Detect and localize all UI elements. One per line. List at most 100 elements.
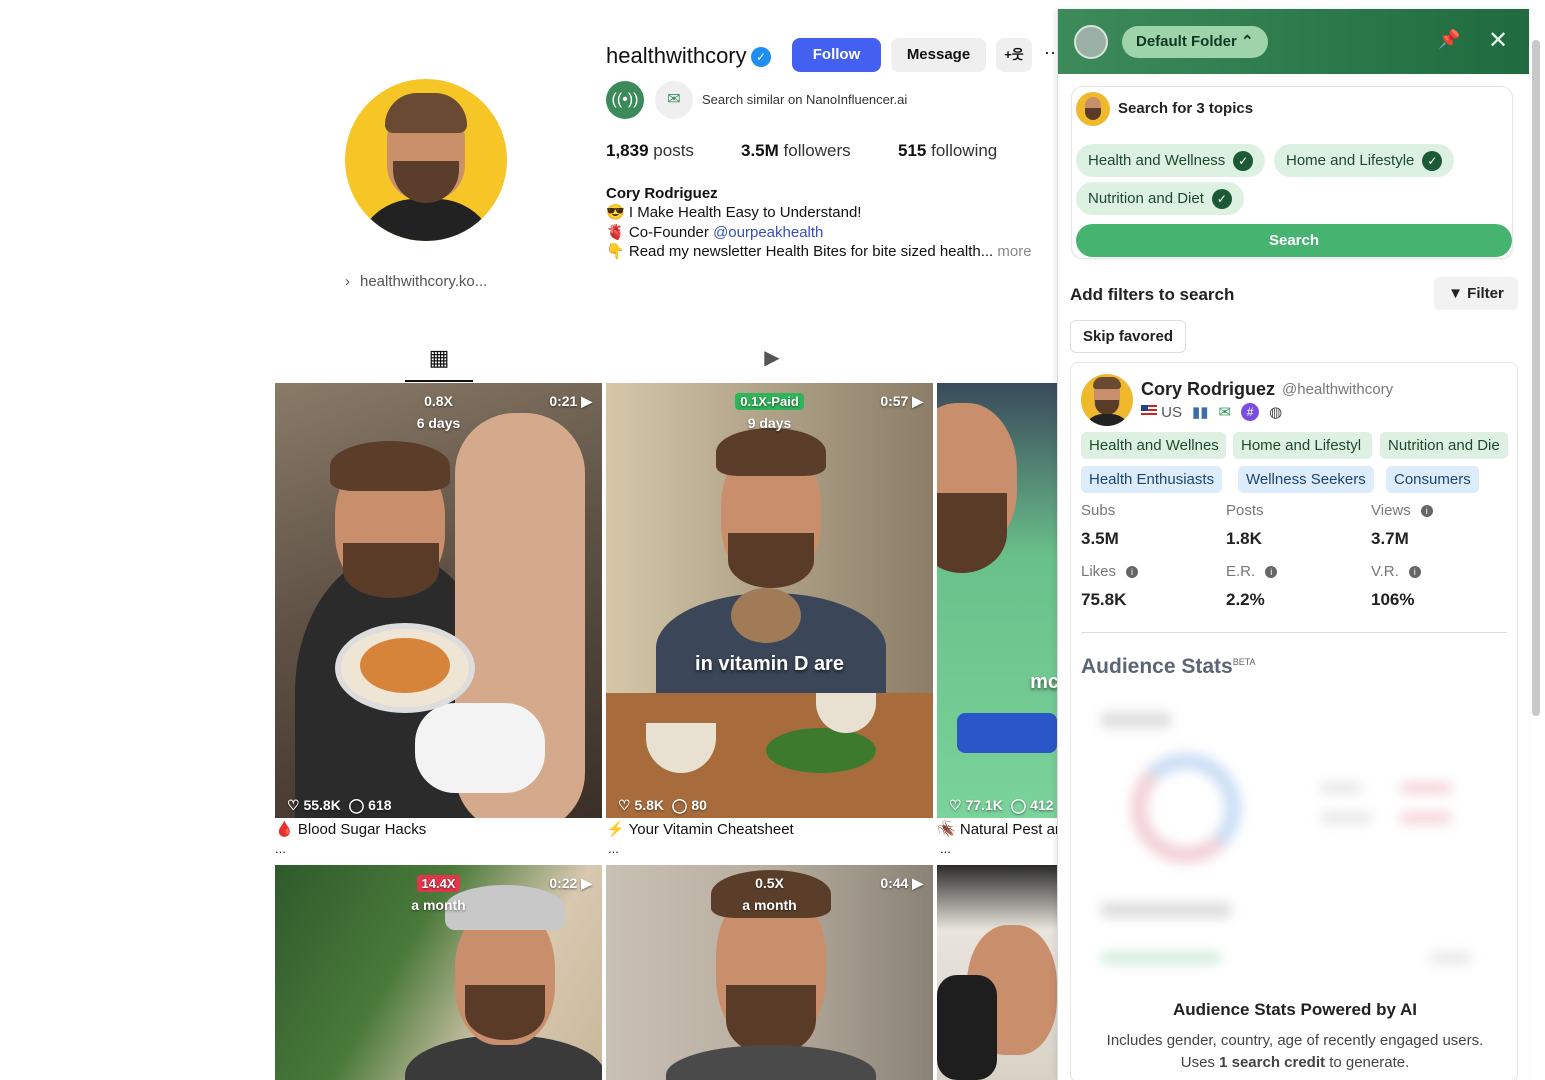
follow-button[interactable]: Follow bbox=[792, 38, 881, 72]
topic-search-box: Search for 3 topics Health and Wellness ✓… bbox=[1071, 86, 1513, 259]
creator-country: US bbox=[1161, 403, 1183, 421]
chevron-right-icon: › bbox=[345, 273, 350, 290]
close-icon[interactable]: ✕ bbox=[1488, 26, 1508, 55]
check-icon: ✓ bbox=[1422, 151, 1443, 172]
bar-chart-icon[interactable]: ▮▮ bbox=[1192, 403, 1209, 421]
info-icon[interactable]: i bbox=[1420, 505, 1433, 518]
metric-label: V.R. i bbox=[1371, 563, 1421, 580]
category-tag: Health and Wellnes bbox=[1081, 432, 1226, 459]
post-age: 9 days bbox=[747, 415, 792, 431]
folder-selector[interactable]: Default Folder ⌃ bbox=[1122, 26, 1268, 58]
skip-favored-button[interactable]: Skip favored bbox=[1070, 320, 1186, 353]
post-tile[interactable]: 0.5X a month 0:44 ▶ bbox=[606, 865, 933, 1080]
creator-meta: US ▮▮ ✉ # ◍ bbox=[1141, 403, 1282, 421]
bio-mention-link[interactable]: @ourpeakhealth bbox=[713, 224, 823, 241]
posts-count: 1,839 posts bbox=[606, 141, 694, 160]
profile-bio: Cory Rodriguez 😎 I Make Health Easy to U… bbox=[606, 185, 1032, 260]
post-tile[interactable]: 14.4X a month 0:22 ▶ bbox=[275, 865, 602, 1080]
topic-search-title: Search for 3 topics bbox=[1118, 100, 1254, 117]
post-caption: 🩸 Blood Sugar Hacks bbox=[275, 821, 427, 838]
bio-more-link[interactable]: more bbox=[997, 243, 1031, 260]
topic-chip[interactable]: Nutrition and Diet ✓ bbox=[1076, 182, 1244, 215]
info-icon[interactable]: i bbox=[1265, 566, 1278, 579]
globe-icon[interactable]: ◍ bbox=[1269, 403, 1282, 421]
tab-posts-grid[interactable]: ▦ bbox=[405, 340, 473, 382]
metric-value: 106% bbox=[1371, 590, 1415, 609]
post-age: 6 days bbox=[416, 415, 461, 431]
panel-header: Default Folder ⌃ 📌 ✕ bbox=[1058, 9, 1529, 74]
post-overlay-text: mc bbox=[1030, 671, 1057, 693]
post-engagement: ♡ 77.1K ◯ 412 bbox=[949, 797, 1054, 813]
search-similar-link[interactable]: Search similar on NanoInfluencer.ai bbox=[702, 92, 907, 107]
more-options-icon[interactable]: ·· bbox=[1044, 42, 1056, 63]
profile-link[interactable]: › healthwithcory.ko... bbox=[345, 273, 487, 290]
add-filters-heading: Add filters to search bbox=[1070, 285, 1235, 304]
post-caption-ellipsis: ... bbox=[275, 841, 286, 856]
post-caption: ⚡ Your Vitamin Cheatsheet bbox=[606, 821, 794, 838]
verified-badge-icon: ✓ bbox=[751, 47, 771, 67]
info-icon[interactable]: i bbox=[1126, 566, 1139, 579]
search-button[interactable]: Search bbox=[1076, 224, 1512, 257]
metric-value: 3.5M bbox=[1081, 529, 1119, 548]
followers-count[interactable]: 3.5M followers bbox=[741, 141, 851, 161]
card-divider bbox=[1081, 632, 1507, 633]
post-duration: 0:44 ▶ bbox=[880, 875, 923, 891]
metric-label: Subs bbox=[1081, 502, 1116, 519]
post-tile[interactable] bbox=[937, 865, 1057, 1080]
post-tile[interactable]: 0.8X 6 days 0:21 ▶ ♡ 55.8K ◯ 618 bbox=[275, 383, 602, 818]
panel-scrollbar[interactable] bbox=[1532, 40, 1540, 716]
post-tile[interactable]: 0.1X-Paid 9 days 0:57 ▶ in vitamin D are… bbox=[606, 383, 933, 818]
profile-username: healthwithcory bbox=[606, 43, 747, 68]
ai-stats-title: Audience Stats Powered by AI bbox=[1172, 1000, 1418, 1019]
email-search-icon[interactable]: ✉ bbox=[655, 81, 693, 119]
panel-avatar[interactable] bbox=[1074, 25, 1108, 59]
post-age: a month bbox=[742, 897, 797, 913]
email-icon[interactable]: ✉ bbox=[1219, 403, 1232, 421]
category-tag: Home and Lifestyl bbox=[1233, 432, 1372, 459]
ai-stats-description: Includes gender, country, age of recentl… bbox=[1106, 1032, 1484, 1071]
filter-button[interactable]: ▼ Filter bbox=[1434, 277, 1518, 310]
add-user-icon: +웃 bbox=[1004, 47, 1024, 62]
check-icon: ✓ bbox=[1233, 151, 1254, 172]
metric-label: Likes i bbox=[1081, 563, 1139, 580]
post-caption-ellipsis: ... bbox=[608, 841, 619, 856]
post-overlay-text: in vitamin D are bbox=[695, 653, 844, 675]
creator-handle: @healthwithcory bbox=[1282, 381, 1394, 398]
profile-link-text: healthwithcory.ko... bbox=[360, 273, 488, 290]
message-button[interactable]: Message bbox=[891, 38, 986, 72]
info-icon[interactable]: i bbox=[1408, 566, 1421, 579]
grid-icon: ▦ bbox=[428, 345, 450, 370]
post-tile[interactable]: mc ♡ 77.1K ◯ 412 bbox=[937, 383, 1057, 818]
profile-avatar[interactable] bbox=[345, 79, 507, 241]
us-flag-icon bbox=[1141, 404, 1157, 417]
post-duration: 0:21 ▶ bbox=[549, 393, 592, 409]
reels-icon: ▶ bbox=[764, 347, 780, 369]
post-duration: 0:22 ▶ bbox=[549, 875, 592, 891]
creator-card: Cory Rodriguez @healthwithcory US ▮▮ ✉ #… bbox=[1070, 362, 1518, 1080]
creator-avatar[interactable] bbox=[1081, 374, 1133, 426]
pin-icon[interactable]: 📌 bbox=[1438, 29, 1460, 50]
topic-chip[interactable]: Home and Lifestyle ✓ bbox=[1274, 144, 1455, 177]
add-user-button[interactable]: +웃 bbox=[996, 38, 1032, 72]
post-engagement: ♡ 55.8K ◯ 618 bbox=[287, 797, 392, 813]
bio-line-1: I Make Health Easy to Understand! bbox=[628, 204, 862, 222]
metric-value: 2.2% bbox=[1226, 590, 1265, 609]
nanoinfluencer-panel: Default Folder ⌃ 📌 ✕ Search for 3 topics… bbox=[1057, 9, 1529, 1080]
broadcast-icon[interactable]: ((•)) bbox=[606, 81, 644, 119]
audience-tag: Consumers bbox=[1386, 466, 1479, 493]
following-count[interactable]: 515 following bbox=[898, 141, 997, 161]
topic-chip[interactable]: Health and Wellness ✓ bbox=[1076, 144, 1266, 177]
metric-label: Views i bbox=[1371, 502, 1433, 519]
creator-name: Cory Rodriguez bbox=[1141, 379, 1276, 399]
hashtag-icon[interactable]: # bbox=[1241, 403, 1260, 421]
audience-stats-blurred-preview bbox=[1081, 693, 1509, 993]
tab-reels[interactable]: ▶ bbox=[758, 340, 786, 376]
filter-icon: ▼ bbox=[1448, 285, 1463, 302]
check-icon: ✓ bbox=[1211, 189, 1232, 210]
metric-value: 1.8K bbox=[1226, 529, 1262, 548]
metric-value: 75.8K bbox=[1081, 590, 1127, 609]
post-age: a month bbox=[411, 897, 466, 913]
post-engagement: ♡ 5.8K ◯ 80 bbox=[618, 797, 707, 813]
post-caption: 🪳 Natural Pest an bbox=[937, 821, 1057, 838]
topic-avatar bbox=[1076, 92, 1110, 126]
